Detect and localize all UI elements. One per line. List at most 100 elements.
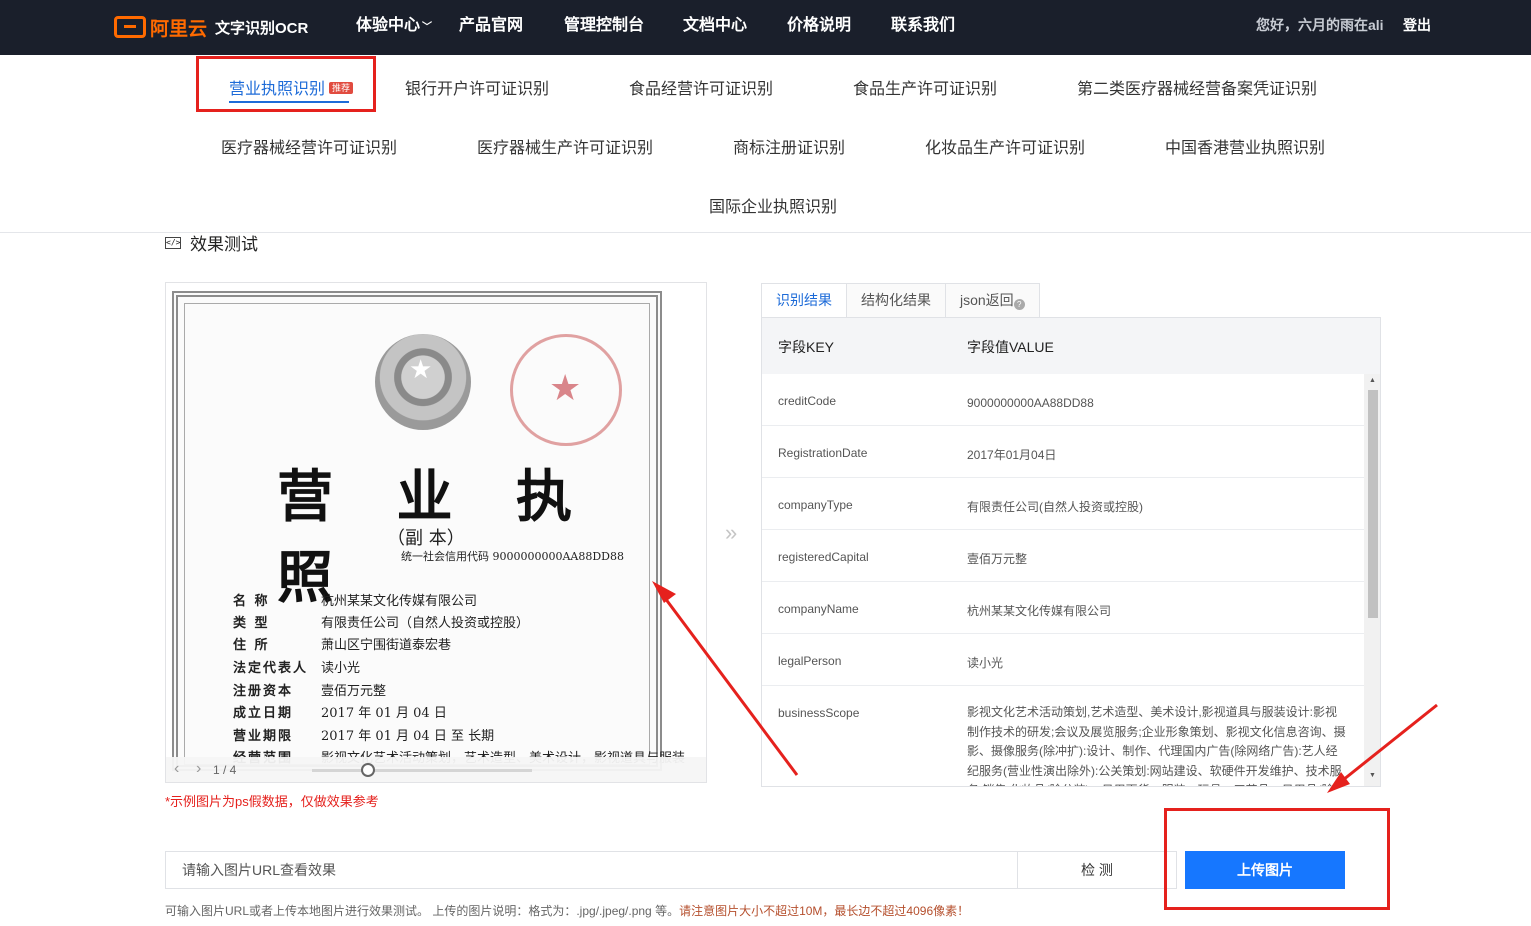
nav-docs[interactable]: 文档中心: [683, 0, 747, 55]
scrollbar[interactable]: ▲ ▼: [1364, 374, 1380, 786]
table-row: companyType 有限责任公司(自然人投资或控股): [762, 478, 1364, 530]
license-row-value: 杭州某某文化传媒有限公司: [321, 594, 478, 609]
nav-pricing[interactable]: 价格说明: [787, 0, 851, 55]
page-indicator: 1 / 4: [213, 763, 237, 777]
license-row-value: 萧山区宁围街道泰宏巷: [321, 638, 452, 653]
license-row-label: 住 所: [233, 638, 270, 653]
table-row: companyName 杭州某某文化传媒有限公司: [762, 582, 1364, 634]
license-row-label: 营业期限: [233, 729, 294, 744]
tab-food-business-permit[interactable]: 食品经营许可证识别: [629, 75, 773, 99]
annotation-box-active-tab: [196, 56, 376, 112]
tab-trademark-registration[interactable]: 商标注册证识别: [733, 134, 845, 158]
tab-medical-device-production-permit[interactable]: 医疗器械生产许可证识别: [477, 134, 653, 158]
row-value: 读小光: [967, 656, 1004, 670]
hint-text: 可输入图片URL或者上传本地图片进行效果测试。 上传的图片说明：格式为：.jpg…: [165, 904, 680, 918]
product-name: 文字识别OCR: [215, 19, 309, 37]
scroll-up-icon[interactable]: ▲: [1369, 377, 1376, 384]
scrollbar-thumb[interactable]: [1368, 390, 1378, 618]
license-row-label: 成立日期: [233, 706, 294, 721]
result-table: 字段KEY 字段值VALUE creditCode 9000000000AA88D…: [761, 317, 1381, 787]
upload-hint: 可输入图片URL或者上传本地图片进行效果测试。 上传的图片说明：格式为：.jpg…: [165, 902, 969, 919]
user-greeting: 您好，六月的雨在ali: [1256, 17, 1384, 33]
license-row: 住 所 萧山区宁围街道泰宏巷: [233, 634, 451, 653]
sample-note: *示例图片为ps假数据，仅做效果参考: [165, 794, 379, 809]
national-emblem-icon: [375, 334, 471, 430]
annotation-box-upload: [1164, 808, 1390, 910]
nav-experience-center[interactable]: 体验中心 ﹀: [356, 0, 432, 55]
nav-contact[interactable]: 联系我们: [891, 0, 955, 55]
table-row: registeredCapital 壹佰万元整: [762, 530, 1364, 582]
company-seal-icon: [510, 334, 622, 446]
license-row: 名 称 杭州某某文化传媒有限公司: [233, 590, 477, 609]
top-nav-bar: 阿里云 文字识别OCR 体验中心 ﹀ 产品官网 管理控制台 文档中心 价格说明 联…: [0, 0, 1531, 55]
table-row: creditCode 9000000000AA88DD88: [762, 374, 1364, 426]
row-value: 有限责任公司(自然人投资或控股): [967, 500, 1143, 514]
license-row-value: 有限责任公司（自然人投资或控股）: [321, 616, 530, 631]
code-icon: </>: [165, 236, 181, 249]
brand-name: 阿里云: [150, 18, 208, 40]
table-row: businessScope 影视文化艺术活动策划,艺术造型、美术设计,影视道具与服…: [762, 686, 1364, 786]
image-url-input[interactable]: [165, 851, 1018, 889]
chevron-left-icon[interactable]: ‹: [174, 760, 179, 778]
tab-json-label: json返回: [960, 292, 1014, 308]
license-row-value: 2017 年 01 月 04 日: [321, 706, 447, 721]
row-key: companyName: [778, 602, 859, 616]
header-value: 字段值VALUE: [967, 339, 1054, 355]
row-key: businessScope: [778, 706, 860, 720]
zoom-slider-handle[interactable]: [361, 763, 375, 777]
tab-food-production-permit[interactable]: 食品生产许可证识别: [853, 75, 997, 99]
double-chevron-right-icon: »: [725, 520, 738, 545]
license-inner-frame: 营 业 执 照 （副 本） 统一社会信用代码 9000000000AA88DD8…: [184, 303, 685, 766]
aliyun-logo-icon: [114, 16, 146, 38]
table-row: RegistrationDate 2017年01月04日: [762, 426, 1364, 478]
tab-bank-account-permit[interactable]: 银行开户许可证识别: [405, 75, 549, 99]
row-value: 影视文化艺术活动策划,艺术造型、美术设计,影视道具与服装设计:影视制作技术的研发…: [967, 705, 1346, 786]
license-row-label: 名 称: [233, 594, 270, 609]
license-row-label: 注册资本: [233, 684, 294, 699]
nav-console[interactable]: 管理控制台: [564, 0, 644, 55]
license-row: 法定代表人 读小光: [233, 657, 360, 676]
row-key: RegistrationDate: [778, 446, 868, 460]
hint-warning: 请注意图片大小不超过10M，最长边不超过4096像素！: [679, 904, 970, 918]
tab-international-business-license[interactable]: 国际企业执照识别: [709, 193, 837, 217]
tab-hongkong-business-license[interactable]: 中国香港营业执照识别: [1165, 134, 1325, 158]
result-table-header: 字段KEY 字段值VALUE: [762, 318, 1380, 374]
sample-image-preview[interactable]: 营 业 执 照 （副 本） 统一社会信用代码 9000000000AA88DD8…: [165, 282, 707, 783]
help-icon[interactable]: ?: [1013, 299, 1025, 310]
table-row: legalPerson 读小光: [762, 634, 1364, 686]
license-row-value: 读小光: [321, 661, 361, 676]
aliyun-logo[interactable]: 阿里云 文字识别OCR: [114, 13, 308, 41]
result-tabs: 识别结果 结构化结果 json返回?: [761, 283, 1040, 318]
section-title: </> 效果测试: [165, 230, 258, 255]
row-key: legalPerson: [778, 654, 842, 668]
row-value: 杭州某某文化传媒有限公司: [967, 604, 1112, 618]
zoom-slider[interactable]: [312, 769, 532, 772]
row-value: 9000000000AA88DD88: [967, 396, 1094, 410]
tab-json-result[interactable]: json返回?: [946, 283, 1040, 318]
header-key: 字段KEY: [778, 339, 835, 355]
tab-medical-device-class2-record[interactable]: 第二类医疗器械经营备案凭证识别: [1077, 75, 1317, 99]
tab-structured-result[interactable]: 结构化结果: [847, 283, 946, 318]
license-row: 类 型 有限责任公司（自然人投资或控股）: [233, 612, 529, 631]
license-row-value: 2017 年 01 月 04 日 至 长期: [321, 729, 495, 744]
tab-medical-device-business-permit[interactable]: 医疗器械经营许可证识别: [221, 134, 397, 158]
tab-cosmetics-production-permit[interactable]: 化妆品生产许可证识别: [925, 134, 1085, 158]
nav-product-site[interactable]: 产品官网: [459, 0, 523, 55]
scroll-down-icon[interactable]: ▼: [1369, 772, 1376, 779]
row-value: 壹佰万元整: [967, 552, 1028, 566]
detect-button[interactable]: 检 测: [1017, 851, 1177, 889]
license-subtitle: （副 本）: [387, 528, 465, 549]
license-row-label: 法定代表人: [233, 661, 309, 676]
license-row: 注册资本 壹佰万元整: [233, 680, 386, 699]
row-key: companyType: [778, 498, 853, 512]
tab-recognition-result[interactable]: 识别结果: [761, 283, 847, 318]
business-license-image: 营 业 执 照 （副 本） 统一社会信用代码 9000000000AA88DD8…: [172, 291, 685, 771]
license-row: 成立日期 2017 年 01 月 04 日: [233, 702, 447, 721]
row-key: creditCode: [778, 394, 837, 408]
license-row-label: 类 型: [233, 616, 270, 631]
chevron-right-icon[interactable]: ›: [196, 760, 201, 778]
logout-link[interactable]: 登出: [1403, 0, 1431, 51]
row-value: 2017年01月04日: [967, 448, 1057, 462]
license-row: 营业期限 2017 年 01 月 04 日 至 长期: [233, 725, 494, 744]
license-row-value: 壹佰万元整: [321, 684, 387, 699]
